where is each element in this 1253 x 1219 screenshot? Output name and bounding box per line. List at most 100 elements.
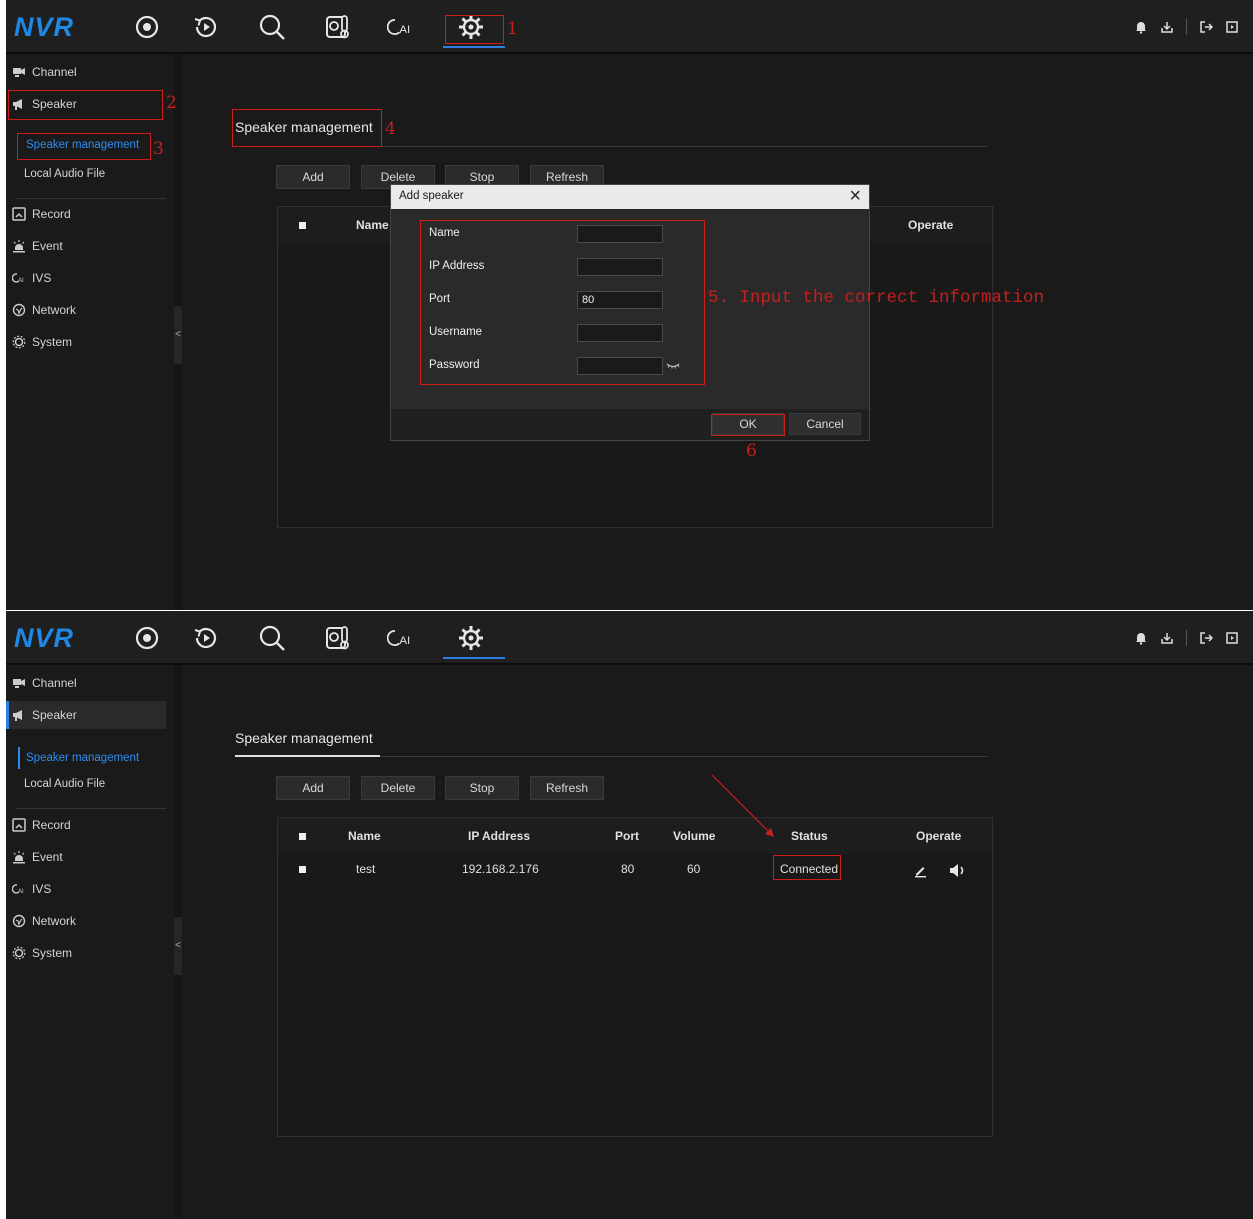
ai-icon[interactable]: AI [386, 623, 421, 653]
sidebar-sub-speaker-management[interactable]: Speaker management [18, 747, 139, 769]
sidebar-item-speaker[interactable]: Speaker [6, 701, 166, 729]
playback-icon[interactable] [191, 12, 225, 42]
sidebar-item-label: Record [32, 818, 71, 832]
sidebar: Channel Speaker Speaker management Local… [6, 665, 174, 1219]
close-icon[interactable]: × [849, 185, 861, 208]
settings-icon[interactable] [456, 623, 490, 653]
thermal-icon[interactable] [323, 12, 357, 42]
search-icon[interactable] [257, 623, 291, 653]
live-view-icon[interactable] [132, 623, 166, 653]
sidebar-item-label: IVS [32, 271, 52, 285]
system-icon [12, 946, 26, 960]
playback-icon[interactable] [191, 623, 225, 653]
record-icon [12, 818, 26, 832]
network-icon [12, 303, 26, 317]
download-icon[interactable] [1160, 631, 1174, 645]
sidebar-item-network[interactable]: Network [6, 296, 166, 324]
column-status: Status [791, 829, 828, 843]
sidebar-item-label: System [32, 946, 73, 960]
exit-icon[interactable] [1225, 631, 1239, 645]
sidebar-item-event[interactable]: Event [6, 843, 166, 871]
sidebar-item-label: Channel [32, 65, 77, 79]
search-icon[interactable] [257, 12, 291, 42]
sidebar-item-label: Record [32, 207, 71, 221]
volume-icon[interactable] [948, 863, 966, 878]
select-all-checkbox[interactable] [299, 222, 306, 229]
annotation-arrow [711, 774, 774, 837]
channel-icon [13, 679, 25, 688]
sidebar-sub-local-audio-file[interactable]: Local Audio File [24, 168, 105, 180]
sidebar-sub-local-audio-file[interactable]: Local Audio File [24, 778, 105, 790]
stop-button[interactable]: Stop [445, 776, 519, 800]
column-name: Name [356, 218, 389, 232]
sidebar-item-label: Network [32, 914, 77, 928]
sidebar-item-label: Event [32, 239, 63, 253]
annotation-step-5: 5. Input the correct information [708, 288, 1045, 308]
svg-text:AI: AI [399, 24, 410, 36]
sidebar-item-ivs[interactable]: AI IVS [6, 264, 166, 292]
top-nav-bar: NVR AI [6, 611, 1253, 665]
thermal-icon[interactable] [323, 623, 357, 653]
cancel-button[interactable]: Cancel [789, 413, 861, 435]
add-button[interactable]: Add [276, 165, 350, 189]
screen-step-result: NVR AI Channel Speaker Speaker managemen… [6, 611, 1253, 1219]
sidebar-collapse-handle[interactable]: < [174, 306, 182, 364]
sidebar-item-event[interactable]: Event [6, 232, 166, 260]
table-row[interactable]: test 192.168.2.176 80 60 Connected [278, 854, 992, 884]
annotation-box-fields [420, 220, 705, 385]
sidebar-item-channel[interactable]: Channel [6, 58, 166, 86]
annotation-step-3: 3 [153, 139, 164, 159]
cell-name: test [356, 862, 376, 876]
sidebar-item-network[interactable]: Network [6, 907, 166, 935]
dialog-header: Add speaker × [391, 185, 869, 209]
top-right-actions [1134, 17, 1239, 37]
edit-icon[interactable] [913, 864, 927, 878]
select-all-checkbox[interactable] [299, 833, 306, 840]
sidebar-item-system[interactable]: System [6, 939, 166, 967]
annotation-step-2: 2 [166, 93, 177, 113]
delete-button[interactable]: Delete [361, 776, 435, 800]
ivs-icon: AI [12, 884, 24, 895]
sidebar-item-label: Channel [32, 676, 77, 690]
divider [1186, 630, 1187, 646]
column-port: Port [615, 829, 639, 843]
sidebar-item-channel[interactable]: Channel [6, 669, 166, 697]
download-icon[interactable] [1160, 20, 1174, 34]
add-button[interactable]: Add [276, 776, 350, 800]
system-icon [12, 335, 26, 349]
record-icon [12, 207, 26, 221]
cell-port: 80 [621, 862, 635, 876]
logout-icon[interactable] [1199, 631, 1213, 645]
annotation-box-speaker-management [17, 133, 151, 160]
sidebar-item-ivs[interactable]: AI IVS [6, 875, 166, 903]
annotation-step-1: 1 [507, 19, 518, 39]
speaker-icon [13, 710, 22, 721]
sidebar-item-record[interactable]: Record [6, 200, 166, 228]
logout-icon[interactable] [1199, 20, 1213, 34]
active-tab-indicator [443, 657, 505, 659]
sidebar-item-record[interactable]: Record [6, 811, 166, 839]
bell-icon[interactable] [1134, 20, 1148, 34]
sidebar-item-label: Network [32, 303, 77, 317]
exit-icon[interactable] [1225, 20, 1239, 34]
column-operate: Operate [916, 829, 962, 843]
sidebar-item-label: IVS [32, 882, 52, 896]
divider [16, 808, 166, 809]
sidebar-item-system[interactable]: System [6, 328, 166, 356]
page-title: Speaker management [235, 730, 373, 746]
divider [16, 198, 166, 199]
annotation-box-ok [711, 414, 785, 436]
screen-step-add-speaker: NVR AI Channel Speaker Speaker managemen… [6, 0, 1253, 610]
live-view-icon[interactable] [132, 12, 166, 42]
column-operate: Operate [908, 218, 954, 232]
annotation-step-4: 4 [385, 119, 396, 139]
ai-icon[interactable]: AI [386, 12, 421, 42]
sidebar-item-label: Speaker [32, 708, 77, 722]
bell-icon[interactable] [1134, 631, 1148, 645]
sidebar-collapse-handle[interactable]: < [174, 917, 182, 975]
refresh-button[interactable]: Refresh [530, 776, 604, 800]
dialog-title: Add speaker [399, 190, 464, 202]
row-checkbox[interactable] [299, 866, 306, 873]
annotation-box-connected [773, 855, 841, 880]
event-icon [13, 851, 25, 864]
